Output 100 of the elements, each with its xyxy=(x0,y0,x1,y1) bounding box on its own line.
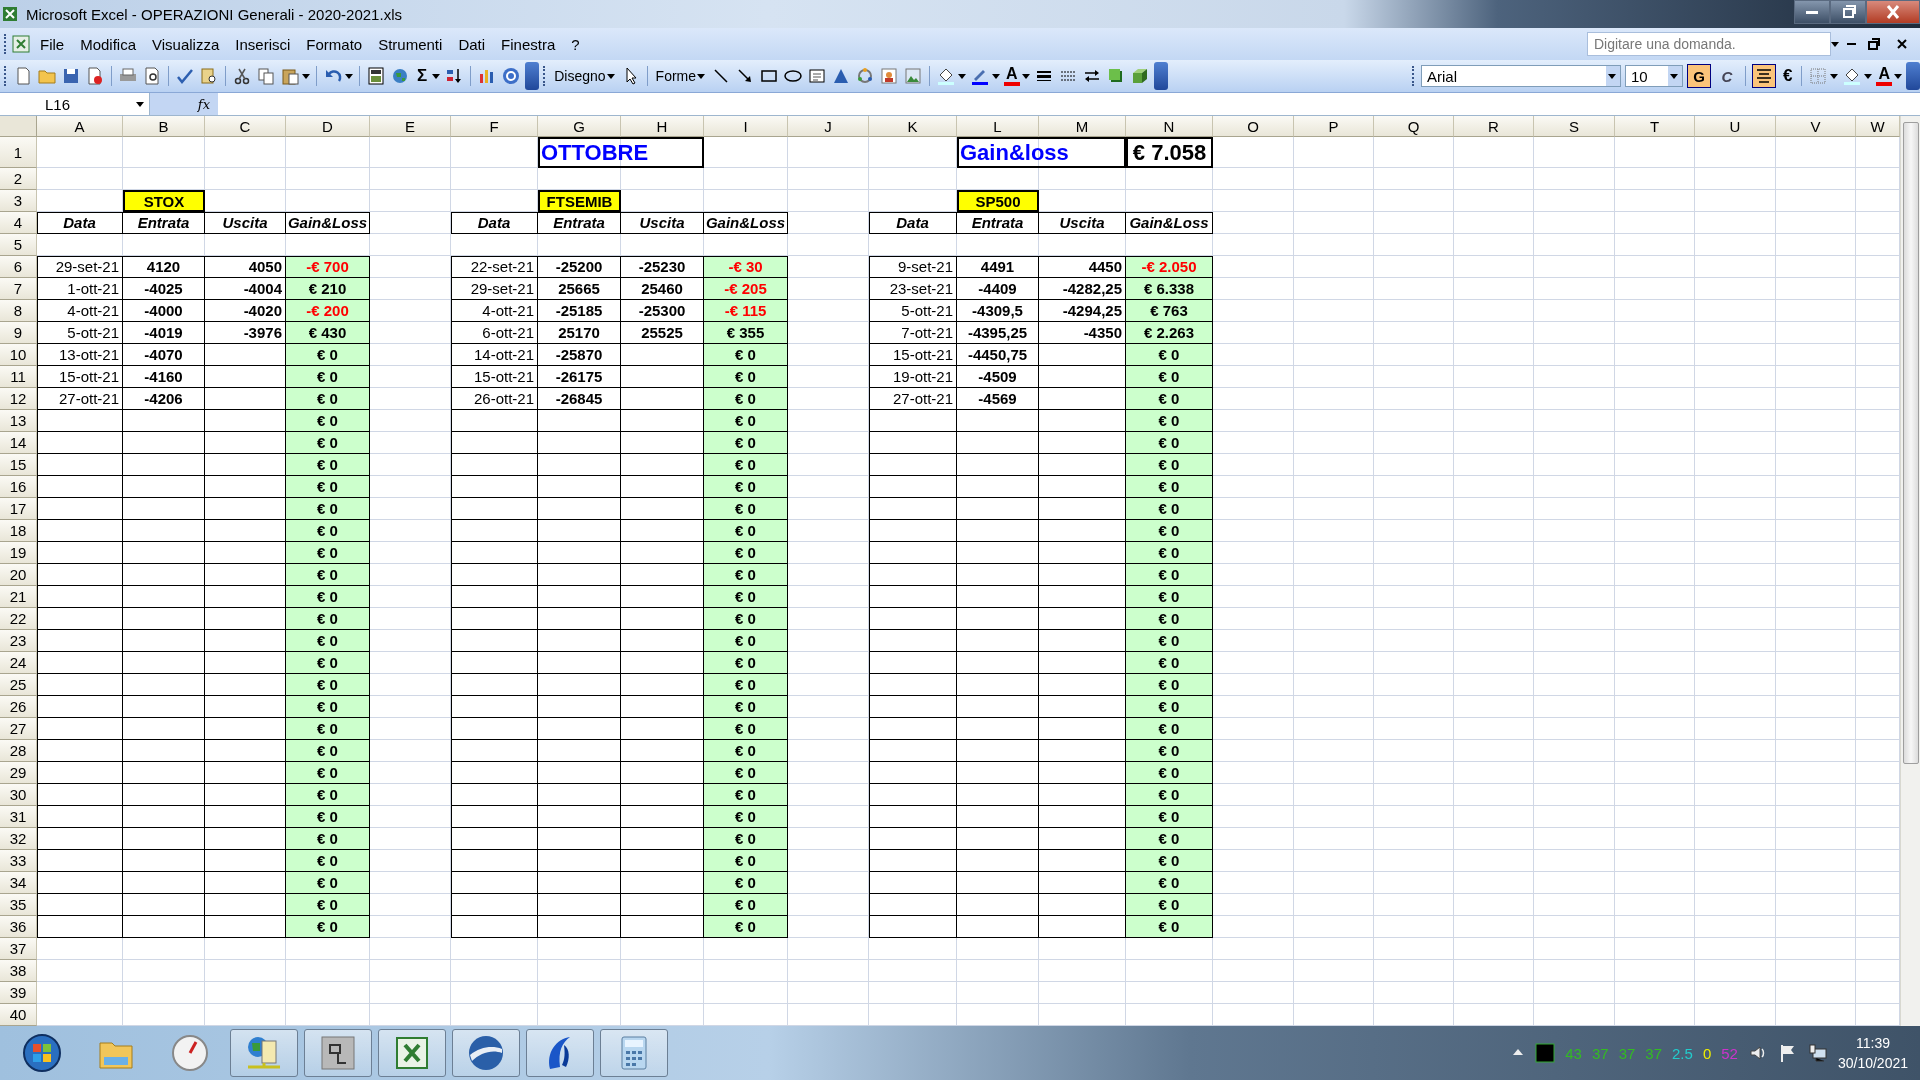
row-header[interactable]: 21 xyxy=(0,586,37,608)
menu-item[interactable]: File xyxy=(33,32,72,56)
row-header[interactable]: 24 xyxy=(0,652,37,674)
column-header[interactable]: D xyxy=(286,116,370,137)
row-header[interactable]: 12 xyxy=(0,388,37,410)
column-header[interactable]: L xyxy=(957,116,1039,137)
row-header[interactable]: 33 xyxy=(0,850,37,872)
tray-reading[interactable]: 0 xyxy=(1702,1044,1712,1062)
row-header[interactable]: 17 xyxy=(0,498,37,520)
taskbar-item[interactable] xyxy=(452,1029,520,1077)
row-header[interactable]: 14 xyxy=(0,432,37,454)
taskbar-item[interactable] xyxy=(526,1029,594,1077)
column-header[interactable]: H xyxy=(621,116,704,137)
row-header[interactable]: 11 xyxy=(0,366,37,388)
menu-item[interactable]: ? xyxy=(564,32,587,56)
row-header[interactable]: 3 xyxy=(0,190,37,212)
euro-button[interactable]: € xyxy=(1779,66,1796,86)
caret-icon[interactable] xyxy=(958,73,967,79)
italic-button[interactable]: C xyxy=(1714,64,1739,88)
caret-icon[interactable] xyxy=(1830,73,1839,79)
menu-item[interactable]: Formato xyxy=(299,32,370,56)
spreadsheet-icon[interactable] xyxy=(11,34,31,54)
minimize-button[interactable] xyxy=(1794,0,1830,24)
caret-icon[interactable] xyxy=(1669,73,1678,79)
row-header[interactable]: 4 xyxy=(0,212,37,234)
row-header[interactable]: 27 xyxy=(0,718,37,740)
column-header[interactable]: B xyxy=(123,116,205,137)
taskbar-item[interactable] xyxy=(304,1029,372,1077)
clip-art-icon[interactable] xyxy=(879,66,900,86)
caret-icon[interactable] xyxy=(1021,73,1030,79)
paste-icon[interactable] xyxy=(280,66,300,86)
menu-item[interactable]: Strumenti xyxy=(371,32,450,56)
column-header[interactable]: N xyxy=(1126,116,1213,137)
vertical-scrollbar[interactable] xyxy=(1900,116,1920,1026)
row-header[interactable]: 13 xyxy=(0,410,37,432)
column-header[interactable]: A xyxy=(37,116,123,137)
column-header[interactable]: P xyxy=(1294,116,1374,137)
row-header[interactable]: 26 xyxy=(0,696,37,718)
column-header[interactable]: J xyxy=(788,116,869,137)
column-header[interactable]: W xyxy=(1856,116,1900,137)
help-search-field[interactable]: Digitare una domanda. xyxy=(1587,32,1831,56)
row-header[interactable]: 18 xyxy=(0,520,37,542)
column-header[interactable]: V xyxy=(1776,116,1856,137)
menu-item[interactable]: Visualizza xyxy=(145,32,227,56)
column-header[interactable]: E xyxy=(370,116,451,137)
shapes-menu-button[interactable]: Forme xyxy=(653,68,708,84)
restore-button[interactable] xyxy=(1830,0,1866,24)
copy-icon[interactable] xyxy=(256,66,276,86)
row-header[interactable]: 5 xyxy=(0,234,37,256)
row-header[interactable]: 6 xyxy=(0,256,37,278)
caret-icon[interactable] xyxy=(1831,41,1839,47)
column-header[interactable]: G xyxy=(538,116,621,137)
column-header[interactable]: I xyxy=(704,116,788,137)
font-color-button[interactable]: A xyxy=(1004,66,1020,86)
row-header[interactable]: 8 xyxy=(0,300,37,322)
row-header[interactable]: 1 xyxy=(0,137,37,168)
permission-icon[interactable] xyxy=(85,66,105,86)
align-center-button[interactable] xyxy=(1751,64,1776,88)
bold-button[interactable]: G xyxy=(1686,64,1711,88)
fill-color-icon[interactable] xyxy=(936,66,957,86)
caret-icon[interactable] xyxy=(136,101,144,107)
row-header[interactable]: 40 xyxy=(0,1004,37,1026)
function-label[interactable]: fx xyxy=(197,96,210,112)
row-header[interactable]: 32 xyxy=(0,828,37,850)
caret-icon[interactable] xyxy=(697,73,706,79)
print-preview-icon[interactable] xyxy=(142,66,162,86)
row-header[interactable]: 9 xyxy=(0,322,37,344)
row-header[interactable]: 28 xyxy=(0,740,37,762)
taskbar-item[interactable] xyxy=(600,1029,668,1077)
caret-icon[interactable] xyxy=(606,73,615,79)
caret-icon[interactable] xyxy=(992,73,1001,79)
help-icon[interactable] xyxy=(501,66,522,86)
column-header[interactable]: C xyxy=(205,116,286,137)
column-header[interactable]: K xyxy=(869,116,957,137)
row-header[interactable]: 30 xyxy=(0,784,37,806)
font-color-button[interactable]: A xyxy=(1876,66,1892,86)
column-header[interactable]: S xyxy=(1534,116,1615,137)
calculator-icon[interactable] xyxy=(366,66,386,86)
menu-item[interactable]: Finestra xyxy=(494,32,563,56)
taskbar-item[interactable] xyxy=(378,1029,446,1077)
row-header[interactable]: 38 xyxy=(0,960,37,982)
drawing-menu-button[interactable]: Disegno xyxy=(552,68,617,84)
menu-item[interactable]: Modifica xyxy=(73,32,144,56)
close-button[interactable] xyxy=(1866,0,1920,24)
row-header[interactable]: 37 xyxy=(0,938,37,960)
save-icon[interactable] xyxy=(61,66,81,86)
column-header[interactable]: F xyxy=(451,116,538,137)
caret-icon[interactable] xyxy=(302,73,310,79)
caret-icon[interactable] xyxy=(1894,73,1902,79)
column-header[interactable]: R xyxy=(1454,116,1534,137)
image-icon[interactable] xyxy=(903,66,924,86)
column-header[interactable]: U xyxy=(1695,116,1776,137)
row-header[interactable]: 16 xyxy=(0,476,37,498)
cut-icon[interactable] xyxy=(232,66,252,86)
column-header[interactable]: Q xyxy=(1374,116,1454,137)
caret-icon[interactable] xyxy=(432,73,441,79)
row-header[interactable]: 10 xyxy=(0,344,37,366)
row-header[interactable]: 29 xyxy=(0,762,37,784)
column-header[interactable]: M xyxy=(1039,116,1126,137)
network-icon[interactable] xyxy=(1807,1043,1828,1063)
